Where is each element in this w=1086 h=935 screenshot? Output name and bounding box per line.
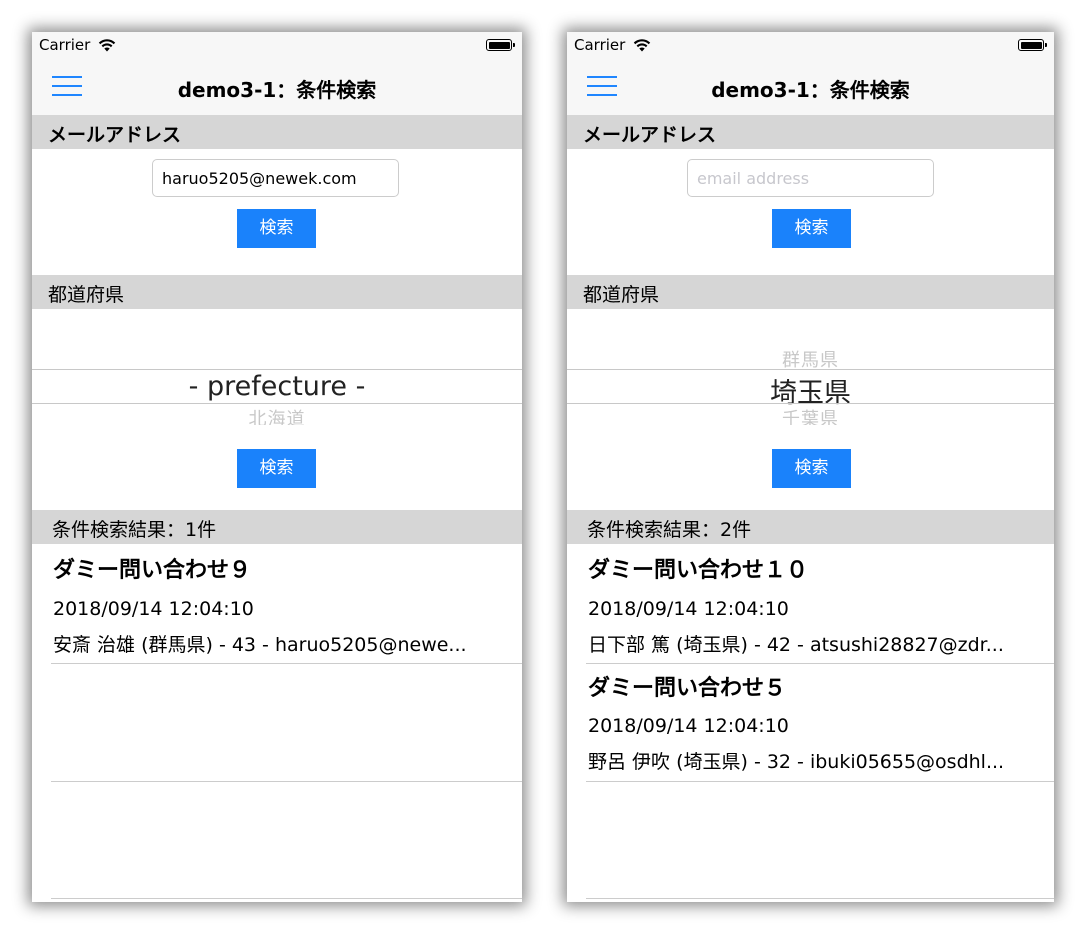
results-count-label: 条件検索結果：1件 bbox=[52, 519, 217, 541]
picker-divider bbox=[567, 403, 1054, 404]
prefecture-search-button[interactable]: 検索 bbox=[237, 449, 316, 488]
row-separator bbox=[586, 781, 1054, 782]
email-search-button[interactable]: 検索 bbox=[772, 209, 851, 248]
status-bar: Carrier bbox=[567, 32, 1054, 58]
result-title: ダミー問い合わせ９ bbox=[53, 558, 252, 583]
navigation-bar: demo3-1：条件検索 bbox=[567, 58, 1054, 115]
row-separator bbox=[586, 663, 1054, 664]
result-detail: 安斎 治雄 (群馬県) - 43 - haruo5205@newe... bbox=[53, 634, 467, 656]
results-section-header: 条件検索結果：2件 bbox=[567, 510, 1054, 544]
email-section-label: メールアドレス bbox=[583, 124, 717, 146]
screen-right: Carrier demo3-1：条件検索 メールアドレス 検索 都道府県 群馬県… bbox=[567, 32, 1054, 902]
result-detail: 日下部 篤 (埼玉県) - 42 - atsushi28827@zdr... bbox=[588, 634, 1004, 656]
picker-divider bbox=[32, 369, 522, 370]
email-field[interactable] bbox=[152, 159, 399, 197]
battery-icon bbox=[486, 39, 515, 51]
picker-item-next[interactable]: 千葉県 bbox=[567, 405, 1054, 425]
result-title: ダミー問い合わせ５ bbox=[588, 676, 787, 701]
row-separator bbox=[51, 781, 522, 782]
picker-divider bbox=[32, 403, 522, 404]
result-detail: 野呂 伊吹 (埼玉県) - 32 - ibuki05655@osdhl... bbox=[588, 751, 1005, 773]
row-separator bbox=[586, 898, 1054, 899]
email-field[interactable] bbox=[687, 159, 934, 197]
email-search-button[interactable]: 検索 bbox=[237, 209, 316, 248]
prefecture-section-label: 都道府県 bbox=[48, 284, 125, 306]
wifi-icon bbox=[633, 39, 651, 52]
carrier-label: Carrier bbox=[574, 36, 626, 54]
picker-divider bbox=[567, 369, 1054, 370]
email-section-label: メールアドレス bbox=[48, 124, 182, 146]
email-section-header: メールアドレス bbox=[32, 115, 522, 149]
row-separator bbox=[51, 663, 522, 664]
prefecture-section-label: 都道府県 bbox=[583, 284, 660, 306]
result-date: 2018/09/14 12:04:10 bbox=[588, 598, 789, 620]
prefecture-section-header: 都道府県 bbox=[567, 275, 1054, 309]
wifi-icon bbox=[98, 39, 116, 52]
results-section-header: 条件検索結果：1件 bbox=[32, 510, 522, 544]
result-title: ダミー問い合わせ１０ bbox=[588, 558, 809, 583]
screen-left: Carrier demo3-1：条件検索 メールアドレス 検索 都道府県 - p… bbox=[32, 32, 522, 902]
carrier-label: Carrier bbox=[39, 36, 91, 54]
prefecture-search-button[interactable]: 検索 bbox=[772, 449, 851, 488]
page-title: demo3-1：条件検索 bbox=[711, 78, 910, 102]
picker-item-selected[interactable]: - prefecture - bbox=[32, 371, 522, 402]
navigation-bar: demo3-1：条件検索 bbox=[32, 58, 522, 115]
status-bar: Carrier bbox=[32, 32, 522, 58]
picker-item-next[interactable]: 北海道 bbox=[32, 405, 522, 425]
email-section-header: メールアドレス bbox=[567, 115, 1054, 149]
prefecture-section-header: 都道府県 bbox=[32, 275, 522, 309]
results-count-label: 条件検索結果：2件 bbox=[587, 519, 752, 541]
battery-icon bbox=[1018, 39, 1047, 51]
page-title: demo3-1：条件検索 bbox=[177, 78, 377, 102]
result-date: 2018/09/14 12:04:10 bbox=[53, 598, 254, 620]
result-date: 2018/09/14 12:04:10 bbox=[588, 715, 789, 737]
row-separator bbox=[51, 898, 522, 899]
